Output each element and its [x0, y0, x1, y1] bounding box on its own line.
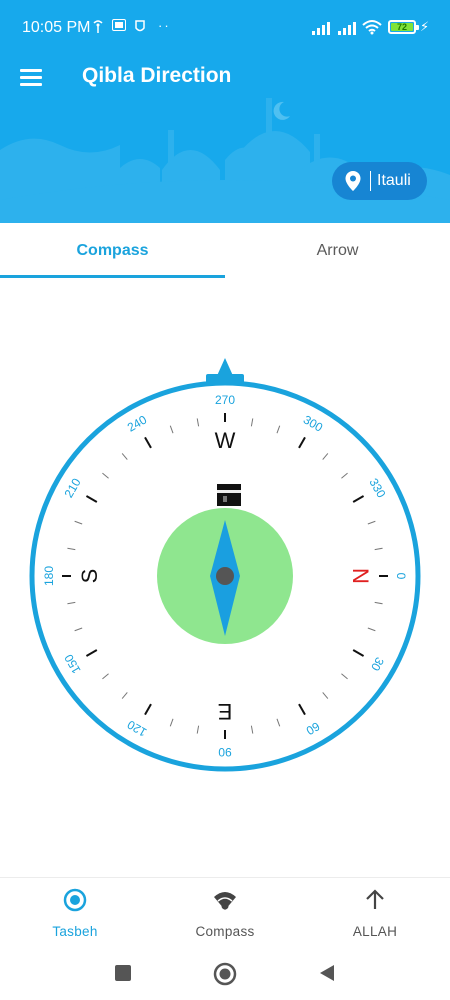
- kaaba-icon: [217, 484, 241, 506]
- dial-tick: [67, 547, 76, 551]
- dial-tick: [374, 547, 383, 551]
- dial-tick: [352, 495, 365, 503]
- dial-tick: [196, 725, 200, 734]
- cell-signal-icon: [338, 22, 356, 35]
- tab-arrow[interactable]: Arrow: [225, 223, 450, 278]
- radio-button-icon: [63, 888, 87, 912]
- dial-tick: [67, 601, 76, 605]
- bottom-navigation: Tasbeh Compass ALLAH: [0, 877, 450, 952]
- qibla-pointer-icon: [206, 358, 244, 384]
- wifi-tether-icon: [93, 19, 103, 36]
- home-button[interactable]: [213, 962, 237, 986]
- degree-label: 0: [394, 573, 408, 580]
- degree-label: 270: [215, 393, 235, 407]
- dial-tick: [144, 436, 152, 449]
- battery-icon: 72: [388, 20, 419, 34]
- location-divider: [370, 171, 371, 191]
- nav-tasbeh[interactable]: Tasbeh: [0, 878, 150, 953]
- dial-tick: [121, 692, 128, 699]
- arrow-up-icon: [366, 889, 384, 909]
- dial-tick: [367, 627, 376, 632]
- nav-compass[interactable]: Compass: [150, 878, 300, 953]
- dial-tick: [298, 436, 306, 449]
- dial-tick: [276, 425, 281, 434]
- compass-dial: 0 30 60 90 120 150 180 210 240 270 300 330 W N E S: [29, 358, 421, 772]
- dial-tick: [85, 649, 98, 657]
- charging-icon: ⚡: [420, 19, 430, 34]
- nav-label: Compass: [195, 924, 255, 939]
- tab-bar: Compass Arrow: [0, 223, 450, 278]
- dial-tick: [322, 453, 329, 460]
- dial-tick: [74, 627, 83, 632]
- dial-tick: [367, 520, 376, 525]
- more-dots-icon: ··: [158, 18, 171, 33]
- degree-label: 240: [125, 412, 150, 434]
- dial-tick: [169, 718, 174, 727]
- degree-label: 90: [218, 745, 232, 759]
- app-bar: Qibla Direction: [0, 56, 450, 112]
- cardinal-west: W: [215, 428, 236, 453]
- dial-tick: [144, 703, 152, 716]
- dial-tick: [341, 673, 348, 680]
- dial-tick: [298, 703, 306, 716]
- page-title: Qibla Direction: [82, 64, 232, 87]
- dial-tick: [276, 718, 281, 727]
- dial-tick: [102, 673, 109, 680]
- degree-label: 150: [61, 652, 83, 677]
- mask-icon: [134, 19, 146, 36]
- dial-tick: [196, 418, 200, 427]
- nav-allah[interactable]: ALLAH: [300, 878, 450, 953]
- location-pin-icon: [345, 171, 361, 191]
- tab-indicator: [0, 275, 225, 278]
- recents-button[interactable]: [114, 964, 132, 982]
- dial-tick: [102, 472, 109, 479]
- dial-tick: [374, 601, 383, 605]
- dial-tick: [85, 495, 98, 503]
- dial-tick: [322, 692, 329, 699]
- cardinal-north: N: [348, 568, 373, 584]
- cardinal-east: E: [218, 699, 233, 724]
- cell-signal-icon: [312, 22, 330, 35]
- back-button[interactable]: [318, 964, 336, 982]
- hamburger-menu-icon[interactable]: [20, 66, 44, 86]
- dial-tick: [169, 425, 174, 434]
- dial-tick: [250, 725, 254, 734]
- battery-level: 72: [396, 22, 407, 32]
- degree-label: 330: [366, 476, 388, 501]
- system-navigation-bar: [0, 952, 450, 1000]
- dial-tick: [74, 520, 83, 525]
- tab-compass[interactable]: Compass: [0, 223, 225, 278]
- degree-label: 30: [368, 655, 387, 674]
- degree-label: 180: [42, 566, 56, 586]
- location-name: Itauli: [377, 172, 411, 189]
- nav-label: ALLAH: [352, 924, 398, 939]
- wifi-signal-icon: [214, 892, 236, 910]
- header: 10:05 PM ·· 72 ⚡ Qibla Direction Itauli: [0, 0, 450, 223]
- dial-tick: [250, 418, 254, 427]
- sim-card-icon: [112, 19, 126, 34]
- nav-label: Tasbeh: [52, 924, 98, 939]
- degree-label: 300: [301, 413, 326, 435]
- wifi-icon: [362, 19, 382, 38]
- dial-tick: [341, 472, 348, 479]
- cardinal-south: S: [77, 569, 102, 584]
- dial-tick: [352, 649, 365, 657]
- dial-tick: [121, 453, 128, 460]
- degree-label: 210: [62, 476, 84, 501]
- degree-label: 120: [125, 717, 150, 739]
- location-button[interactable]: Itauli: [332, 162, 427, 200]
- degree-label: 60: [303, 719, 322, 738]
- status-time: 10:05 PM: [22, 19, 91, 36]
- status-bar: 10:05 PM ·· 72 ⚡: [0, 0, 450, 56]
